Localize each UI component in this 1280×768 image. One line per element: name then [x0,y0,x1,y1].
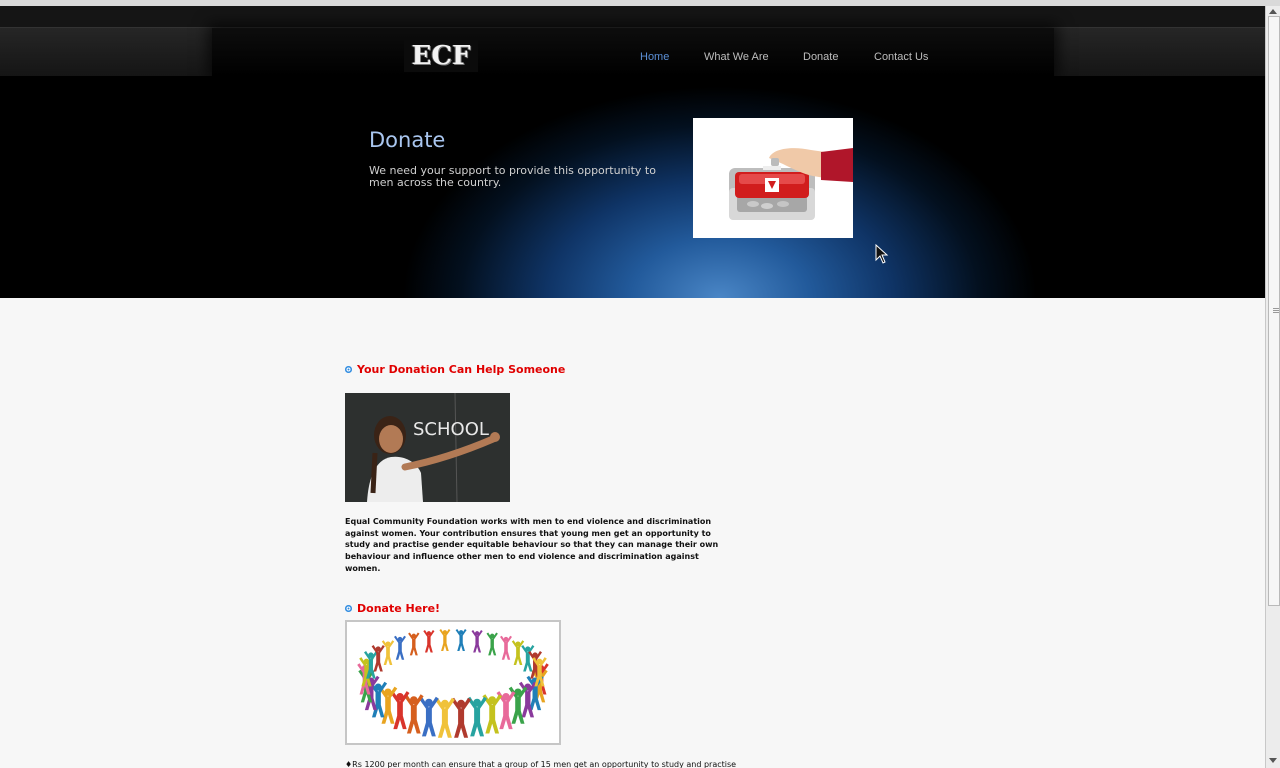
person-figure [486,632,498,656]
logo[interactable]: ECF [404,40,478,72]
scrollbar[interactable] [1265,6,1280,768]
mouse-cursor-icon [875,243,889,268]
person-figure [378,686,398,724]
nav-donate[interactable]: Donate [803,51,838,63]
bullet-icon [345,366,352,373]
grip-line [1273,308,1279,309]
header-top-bar [0,6,1265,28]
person-figure [467,696,487,737]
grip-line [1273,312,1279,313]
scroll-down-arrow-icon[interactable] [1269,758,1277,763]
person-figure [439,629,451,651]
section2-body: ♦Rs 1200 per month can ensure that a gro… [345,760,737,768]
person-figure [455,629,467,651]
bullet-icon [345,605,352,612]
section-heading-text: Donate Here! [357,602,441,615]
grip-line [1273,310,1279,311]
hero-banner: Donate We need your support to provide t… [0,76,1265,298]
hero-text: We need your support to provide this opp… [369,164,656,189]
person-figure [508,686,528,724]
school-girl-photo: SCHOOL [345,393,510,502]
page: ECF Home What We Are Donate Contact Us D… [0,6,1265,768]
nav-what-we-are[interactable]: What We Are [704,51,769,63]
section1-body: Equal Community Foundation works with me… [345,517,719,573]
nav-home[interactable]: Home [640,51,669,63]
person-figure [511,640,525,666]
scroll-up-arrow-icon[interactable] [1269,9,1277,14]
chalkboard-text: SCHOOL [413,419,489,440]
person-figure [451,697,472,738]
navbar [0,28,1265,77]
person-figure [423,630,435,653]
person-figure [434,697,455,738]
section-heading-donation: Your Donation Can Help Someone [345,363,565,376]
person-figure [408,632,420,656]
person-figure [381,640,395,666]
section-heading-text: Your Donation Can Help Someone [357,363,566,376]
nav-contact-us[interactable]: Contact Us [874,51,928,63]
donation-box-icon [693,118,853,238]
person-figure [419,696,439,737]
person-figure [394,635,406,660]
scrollbar-thumb[interactable] [1268,16,1280,606]
section-heading-donate-here: Donate Here! [345,602,440,615]
person-figure [404,694,424,734]
hero-title: Donate [369,128,446,152]
person-figure [500,635,512,660]
people-circle-icon [345,620,561,745]
person-figure [471,630,483,653]
